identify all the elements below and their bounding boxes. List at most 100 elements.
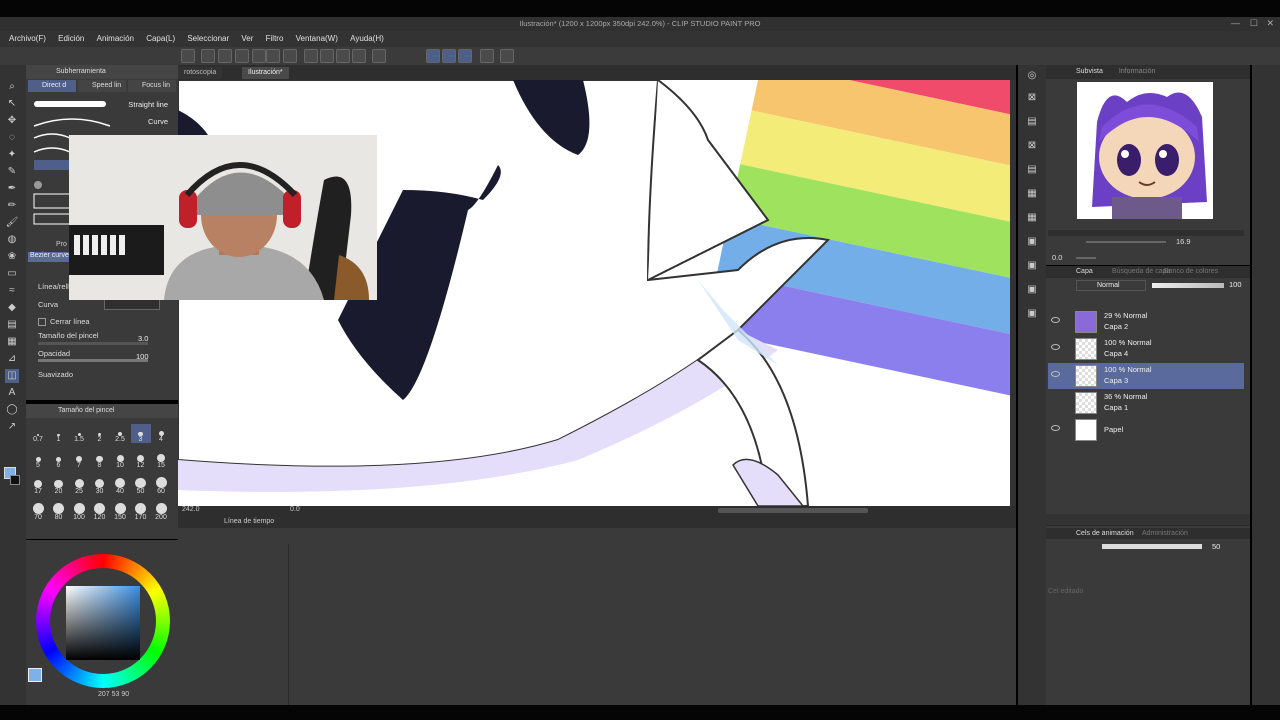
brush-size-preset[interactable]: 60	[151, 476, 171, 495]
layer-toolbar[interactable]	[1050, 294, 1246, 304]
brush-size-preset[interactable]: 17	[28, 476, 48, 495]
onion-opacity-slider[interactable]	[1102, 544, 1202, 549]
deselect-icon[interactable]	[372, 49, 386, 63]
brush-size-preset[interactable]: 120	[90, 502, 110, 521]
export-icon[interactable]	[252, 49, 266, 63]
brush-size-slider[interactable]	[38, 342, 148, 345]
material-icon-8[interactable]: ▣	[1025, 259, 1039, 273]
brush-size-preset[interactable]: 2	[90, 424, 110, 443]
brush-size-preset[interactable]: 1	[49, 424, 69, 443]
figure-tool-icon[interactable]: ◫	[5, 369, 19, 383]
eyedropper-tool-icon[interactable]: ✎	[5, 165, 19, 179]
close-button[interactable]: ✕	[1266, 18, 1274, 29]
layer-opacity-value[interactable]: 100	[1229, 280, 1242, 289]
brush-size-preset[interactable]: 3	[130, 424, 151, 443]
vertical-scrollbar[interactable]	[1010, 80, 1016, 506]
subtool-tab-speed[interactable]: Speed lin	[78, 80, 126, 92]
balloon-tool-icon[interactable]: ◯	[5, 403, 19, 417]
opacity-slider[interactable]	[38, 359, 148, 362]
brush-size-preset[interactable]: 1.5	[69, 424, 89, 443]
saturation-brightness-square[interactable]	[66, 586, 140, 660]
navigator-icon[interactable]: ◎	[1025, 69, 1039, 83]
new-file-icon[interactable]	[201, 49, 215, 63]
brush-size-preset[interactable]: 170	[131, 502, 151, 521]
material-icon-7[interactable]: ▣	[1025, 235, 1039, 249]
subview-zoom-value[interactable]: 16.9	[1176, 237, 1191, 246]
material-icon-1[interactable]: ⊠	[1025, 91, 1039, 105]
lasso-tool-icon[interactable]: ◌	[5, 131, 19, 145]
layer-row[interactable]: 100 % Normal Capa 4	[1048, 336, 1244, 362]
brush-size-preset[interactable]: 40	[110, 476, 130, 495]
eye-icon[interactable]	[1051, 425, 1060, 431]
onion-opacity-value[interactable]: 50	[1212, 542, 1220, 551]
move-tool-icon[interactable]: ✥	[5, 114, 19, 128]
brush-size-preset[interactable]: 25	[69, 476, 89, 495]
opacity-value[interactable]: 100	[136, 352, 149, 361]
subtool-tab-focus[interactable]: Focus lin	[128, 80, 176, 92]
layer-row[interactable]: 36 % Normal Capa 1	[1048, 390, 1244, 416]
clear-icon[interactable]	[304, 49, 318, 63]
pen-tool-icon[interactable]: ✒	[5, 182, 19, 196]
brush-size-preset[interactable]: 70	[28, 502, 48, 521]
brush-size-preset[interactable]: 12	[131, 450, 151, 469]
material-icon-9[interactable]: ▣	[1025, 283, 1039, 297]
sub-color-swatch[interactable]	[10, 475, 20, 485]
maximize-button[interactable]: ☐	[1250, 18, 1258, 29]
ruler-tool-icon[interactable]: ⊿	[5, 352, 19, 366]
material-icon-2[interactable]: ▤	[1025, 115, 1039, 129]
layer-row[interactable]: 29 % Normal Capa 2	[1048, 309, 1244, 335]
snap-special-ruler-icon[interactable]	[442, 49, 456, 63]
operation-tool-icon[interactable]: ↖	[5, 97, 19, 111]
redo-icon[interactable]	[283, 49, 297, 63]
brush-curve[interactable]: Curve	[28, 114, 176, 130]
material-icon-3[interactable]: ⊠	[1025, 139, 1039, 153]
fill-icon[interactable]	[336, 49, 350, 63]
menu-ventana[interactable]: Ventana(W)	[296, 32, 338, 46]
clear-outside-icon[interactable]	[320, 49, 334, 63]
color-set-tab[interactable]: Banco de colores	[1164, 268, 1218, 275]
eraser-tool-icon[interactable]: ▭	[5, 267, 19, 281]
tab-rotoscopia[interactable]: rotoscopia	[178, 67, 223, 79]
eye-icon[interactable]	[1051, 317, 1060, 323]
eye-icon[interactable]	[1051, 344, 1060, 350]
text-tool-icon[interactable]: A	[5, 386, 19, 400]
minimize-button[interactable]: —	[1231, 18, 1240, 28]
brush-size-preset[interactable]: 50	[131, 476, 151, 495]
brush-size-preset[interactable]: 0.7	[28, 424, 48, 443]
pencil-tool-icon[interactable]: ✏	[5, 199, 19, 213]
close-line-checkbox[interactable]	[38, 318, 46, 326]
material-icon-10[interactable]: ▣	[1025, 307, 1039, 321]
canvas-icon[interactable]	[480, 49, 494, 63]
app-icon[interactable]	[181, 49, 195, 63]
brush-size-preset[interactable]: 20	[49, 476, 69, 495]
material-icon-6[interactable]: ▦	[1025, 211, 1039, 225]
tab-ilustracion[interactable]: Ilustración*	[242, 67, 289, 79]
brush-size-preset[interactable]: 150	[110, 502, 130, 521]
material-icon-5[interactable]: ▦	[1025, 187, 1039, 201]
info-tab[interactable]: Información	[1119, 68, 1156, 75]
wand-tool-icon[interactable]: ✦	[5, 148, 19, 162]
subview-angle-value[interactable]: 0.0	[1052, 253, 1062, 262]
save-icon[interactable]	[235, 49, 249, 63]
material-icon-4[interactable]: ▤	[1025, 163, 1039, 177]
brush-size-value[interactable]: 3.0	[138, 334, 148, 343]
layer-row[interactable]: 100 % Normal Capa 3	[1048, 363, 1244, 389]
brush-size-preset[interactable]: 2.5	[110, 424, 130, 443]
brush-size-preset[interactable]: 4	[151, 424, 171, 443]
airbrush-tool-icon[interactable]: ◍	[5, 233, 19, 247]
open-icon[interactable]	[218, 49, 232, 63]
layer-panel-footer[interactable]	[1046, 514, 1250, 526]
menu-archivo[interactable]: Archivo(F)	[9, 32, 46, 46]
brush-size-preset[interactable]: 10	[110, 450, 130, 469]
menu-animacion[interactable]: Animación	[97, 32, 134, 46]
subview-tab[interactable]: Subvista	[1076, 68, 1103, 75]
brush-size-preset[interactable]: 80	[49, 502, 69, 521]
menu-seleccionar[interactable]: Seleccionar	[187, 32, 229, 46]
menu-edicion[interactable]: Edición	[58, 32, 84, 46]
brush-size-preset[interactable]: 30	[90, 476, 110, 495]
menu-capa[interactable]: Capa(L)	[146, 32, 175, 46]
layer-search-tab[interactable]: Búsqueda de capa	[1112, 268, 1170, 275]
layer-row[interactable]: Papel	[1048, 417, 1244, 443]
animation-cels-tab[interactable]: Cels de animación	[1076, 530, 1134, 537]
brush-size-preset[interactable]: 15	[151, 450, 171, 469]
